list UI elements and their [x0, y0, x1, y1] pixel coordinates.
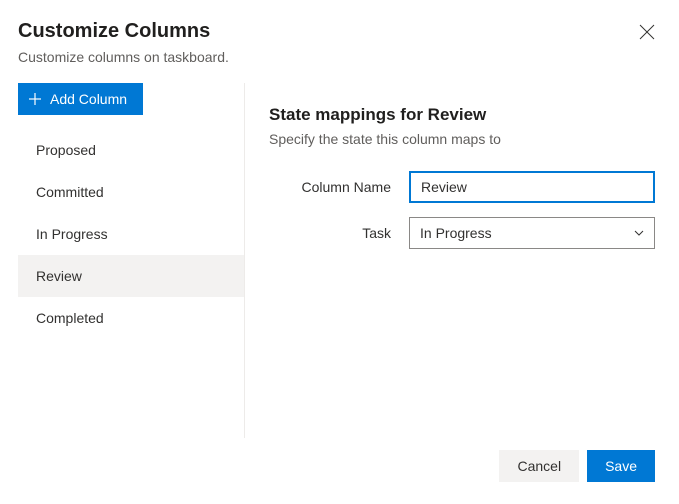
section-title: State mappings for Review [269, 105, 655, 125]
sidebar-item-label: Review [36, 268, 82, 284]
task-select[interactable]: In Progress [409, 217, 655, 249]
sidebar-item-review[interactable]: Review [18, 255, 244, 297]
task-label: Task [269, 225, 409, 241]
sidebar-item-label: In Progress [36, 226, 108, 242]
main-panel: State mappings for Review Specify the st… [245, 83, 679, 438]
sidebar-item-in-progress[interactable]: In Progress [18, 213, 244, 255]
dialog-footer: Cancel Save [0, 438, 679, 504]
dialog-body: Add Column Proposed Committed In Progres… [0, 83, 679, 438]
add-column-button[interactable]: Add Column [18, 83, 143, 115]
sidebar-item-label: Proposed [36, 142, 96, 158]
dialog-subtitle: Customize columns on taskboard. [18, 49, 655, 65]
sidebar-item-label: Committed [36, 184, 104, 200]
sidebar-item-committed[interactable]: Committed [18, 171, 244, 213]
dialog-header: Customize Columns Customize columns on t… [0, 0, 679, 83]
task-row: Task In Progress [269, 217, 655, 249]
column-name-label: Column Name [269, 179, 409, 195]
sidebar-item-label: Completed [36, 310, 104, 326]
cancel-button[interactable]: Cancel [499, 450, 579, 482]
add-column-label: Add Column [50, 91, 127, 107]
task-select-value: In Progress [420, 225, 492, 241]
task-control: In Progress [409, 217, 655, 249]
sidebar-item-completed[interactable]: Completed [18, 297, 244, 339]
column-name-row: Column Name [269, 171, 655, 203]
column-list: Proposed Committed In Progress Review Co… [18, 129, 244, 339]
plus-icon [28, 92, 42, 106]
close-button[interactable] [639, 24, 655, 40]
column-name-control [409, 171, 655, 203]
sidebar: Add Column Proposed Committed In Progres… [0, 83, 245, 438]
close-icon [639, 24, 655, 40]
customize-columns-dialog: Customize Columns Customize columns on t… [0, 0, 679, 504]
save-button[interactable]: Save [587, 450, 655, 482]
section-subtitle: Specify the state this column maps to [269, 131, 655, 147]
sidebar-item-proposed[interactable]: Proposed [18, 129, 244, 171]
column-name-input[interactable] [409, 171, 655, 203]
task-select-wrap: In Progress [409, 217, 655, 249]
dialog-title: Customize Columns [18, 20, 655, 43]
